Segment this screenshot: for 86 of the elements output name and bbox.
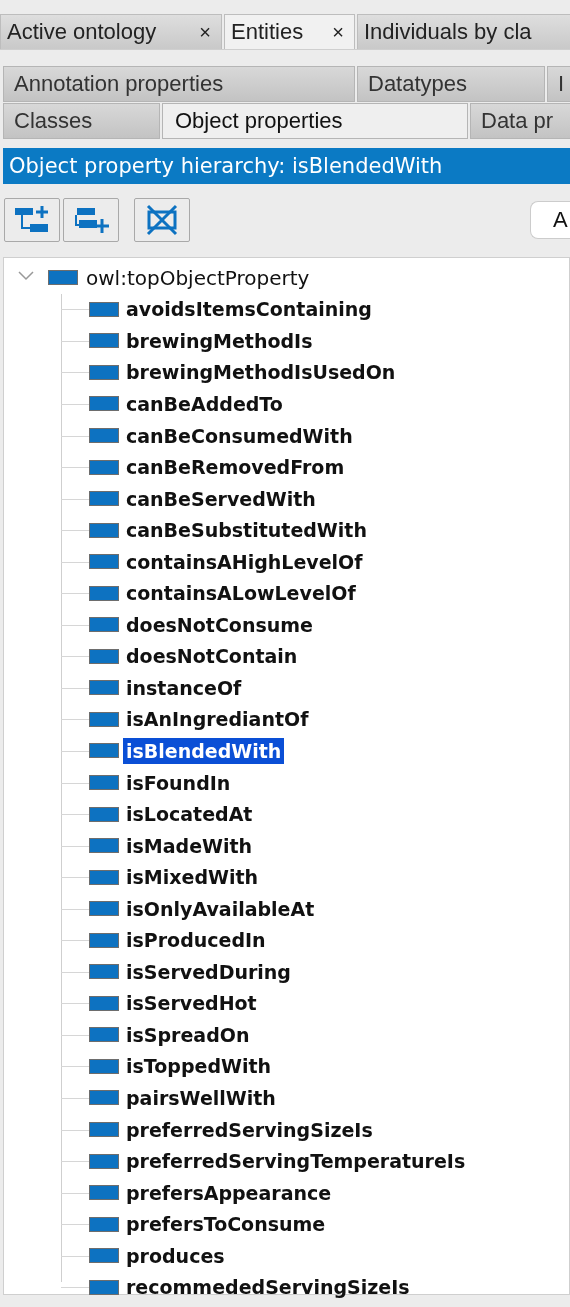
- tab[interactable]: Active ontology ×: [0, 14, 222, 49]
- tree-item[interactable]: doesNotConsume: [123, 611, 316, 638]
- property-icon: [89, 364, 119, 380]
- tab[interactable]: Individuals by cla: [357, 14, 570, 49]
- tree-item[interactable]: isFoundIn: [123, 769, 234, 796]
- tab[interactable]: Classes: [3, 103, 160, 139]
- tree-item[interactable]: isServedDuring: [123, 958, 294, 985]
- tree-item[interactable]: prefersAppearance: [123, 1179, 335, 1206]
- property-icon: [89, 1248, 119, 1264]
- property-icon: [89, 806, 119, 822]
- property-icon: [89, 901, 119, 917]
- tree-item[interactable]: isLocatedAt: [123, 801, 256, 828]
- panel-title: Object property hierarchy: isBlendedWith: [3, 148, 570, 184]
- property-icon: [89, 1027, 119, 1043]
- tab[interactable]: Object properties: [162, 103, 468, 139]
- tree-item[interactable]: isMixedWith: [123, 864, 262, 891]
- delete-icon: [144, 203, 180, 237]
- tree-item[interactable]: preferredServingTemperatureIs: [123, 1148, 469, 1175]
- property-icon: [89, 1153, 119, 1169]
- tree-item[interactable]: brewingMethodIsUsedOn: [123, 359, 399, 386]
- property-icon: [89, 1058, 119, 1074]
- tree-item[interactable]: isOnlyAvailableAt: [123, 895, 318, 922]
- tree-item[interactable]: brewingMethodIs: [123, 327, 316, 354]
- tree-item[interactable]: canBeAddedTo: [123, 390, 286, 417]
- tree-item[interactable]: recommededServingSizeIs: [123, 1274, 413, 1301]
- tree-item[interactable]: isServedHot: [123, 990, 260, 1017]
- add-sibling-button[interactable]: [63, 198, 119, 242]
- property-icon: [48, 270, 78, 286]
- property-icon: [89, 1185, 119, 1201]
- tree-item[interactable]: containsAHighLevelOf: [123, 548, 366, 575]
- property-icon: [89, 333, 119, 349]
- close-icon[interactable]: ×: [332, 20, 344, 44]
- property-icon: [89, 1122, 119, 1138]
- tree-item[interactable]: isBlendedWith: [123, 737, 285, 764]
- property-icon: [89, 1090, 119, 1106]
- tree-item[interactable]: isSpreadOn: [123, 1021, 253, 1048]
- tree-item[interactable]: instanceOf: [123, 674, 245, 701]
- tree-item[interactable]: owl:topObjectProperty: [83, 264, 313, 291]
- property-icon: [89, 995, 119, 1011]
- property-icon: [89, 964, 119, 980]
- property-icon: [89, 680, 119, 696]
- tree-item[interactable]: isAnIngrediantOf: [123, 706, 312, 733]
- tree-item[interactable]: containsALowLevelOf: [123, 580, 359, 607]
- property-icon: [89, 459, 119, 475]
- property-icon: [89, 554, 119, 570]
- property-icon: [89, 711, 119, 727]
- chevron-icon[interactable]: [18, 271, 34, 281]
- property-icon: [89, 1279, 119, 1295]
- property-icon: [89, 775, 119, 790]
- tree-item[interactable]: doesNotContain: [123, 643, 301, 670]
- add-subproperty-button[interactable]: [4, 198, 60, 242]
- tree-item[interactable]: pairsWellWith: [123, 1085, 279, 1111]
- tab[interactable]: I: [547, 66, 570, 102]
- tab[interactable]: Entities ×: [224, 14, 355, 49]
- property-icon: [89, 428, 119, 443]
- property-icon: [89, 301, 119, 317]
- tab[interactable]: Datatypes: [357, 66, 545, 102]
- property-icon: [89, 585, 119, 601]
- property-icon: [89, 648, 119, 664]
- add-child-icon: [14, 205, 50, 235]
- property-icon: [89, 1216, 119, 1232]
- property-icon: [89, 396, 119, 412]
- tree-item[interactable]: produces: [123, 1242, 228, 1269]
- tree-item[interactable]: avoidsItemsContaining: [123, 296, 375, 323]
- tree-item[interactable]: canBeSubstitutedWith: [123, 517, 370, 544]
- add-sibling-icon: [73, 205, 109, 235]
- tree-item[interactable]: preferredServingSizeIs: [123, 1116, 376, 1143]
- tab[interactable]: Data pr: [470, 103, 570, 139]
- tree-item[interactable]: isToppedWith: [123, 1053, 275, 1080]
- tree-item[interactable]: prefersToConsume: [123, 1211, 329, 1238]
- property-icon: [89, 491, 119, 507]
- close-icon[interactable]: ×: [199, 20, 211, 44]
- tree-item[interactable]: canBeConsumedWith: [123, 422, 356, 449]
- tree-item[interactable]: isMadeWith: [123, 832, 256, 859]
- property-icon: [89, 932, 119, 948]
- tree-item[interactable]: isProducedIn: [123, 927, 269, 954]
- tree-item[interactable]: canBeRemovedFrom: [123, 454, 348, 481]
- delete-button[interactable]: [134, 198, 190, 242]
- property-icon: [89, 743, 119, 759]
- tree-item[interactable]: canBeServedWith: [123, 485, 319, 512]
- tab[interactable]: Annotation properties: [3, 66, 355, 102]
- side-button[interactable]: A: [530, 201, 570, 239]
- property-icon: [89, 522, 119, 538]
- property-icon: [89, 869, 119, 885]
- property-icon: [89, 838, 119, 854]
- property-icon: [89, 617, 119, 633]
